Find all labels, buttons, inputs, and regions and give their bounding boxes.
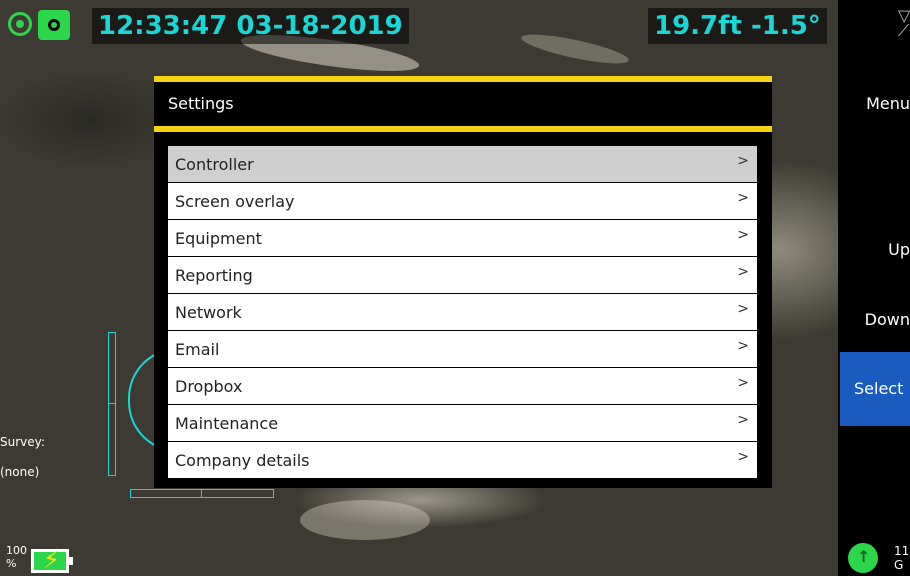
battery-percent: 100 % [6, 544, 27, 570]
chevron-right-icon: > [737, 264, 749, 280]
distance-value: 19.7ft [654, 11, 742, 41]
menu-item-label: Company details [175, 451, 310, 470]
status-text: 11 G [894, 544, 910, 572]
chevron-right-icon: > [737, 153, 749, 169]
menu-item-screen-overlay[interactable]: Screen overlay > [168, 183, 757, 219]
chevron-right-icon: > [737, 227, 749, 243]
menu-item-controller[interactable]: Controller > [168, 146, 757, 182]
battery-percent-value: 100 [6, 544, 27, 557]
tilt-gauge-horizontal [130, 489, 274, 498]
timestamp: 12:33:47 03-18-2019 [92, 8, 409, 44]
survey-label: Survey: [0, 435, 45, 449]
dialog-header: Settings [154, 82, 772, 132]
menu-item-label: Maintenance [175, 414, 279, 433]
time-value: 12:33:47 [98, 11, 228, 41]
menu-item-network[interactable]: Network > [168, 294, 757, 330]
status-text-line-1: 11 [894, 544, 910, 558]
down-button[interactable]: Down [840, 310, 910, 329]
menu-item-equipment[interactable]: Equipment > [168, 220, 757, 256]
settings-dialog: Settings Controller > Screen overlay > E… [154, 76, 772, 488]
survey-value: (none) [0, 465, 40, 479]
chevron-right-icon: > [737, 375, 749, 391]
menu-item-label: Network [175, 303, 242, 322]
side-panel [838, 0, 910, 576]
signal-icon: ▽ ⟋ [898, 6, 910, 40]
menu-item-dropbox[interactable]: Dropbox > [168, 368, 757, 404]
menu-item-email[interactable]: Email > [168, 331, 757, 367]
select-button[interactable]: Select [840, 352, 910, 426]
menu-item-reporting[interactable]: Reporting > [168, 257, 757, 293]
menu-item-maintenance[interactable]: Maintenance > [168, 405, 757, 441]
camera-target-icon [8, 12, 32, 36]
battery-charging-icon: ⚡ [31, 546, 73, 574]
survey-info: Survey: (none) [0, 434, 45, 480]
chevron-right-icon: > [737, 412, 749, 428]
camera-texture [519, 28, 631, 70]
status-up-icon [848, 543, 878, 573]
status-text-line-2: G [894, 558, 904, 572]
up-button[interactable]: Up [840, 240, 910, 259]
battery-percent-unit: % [6, 557, 17, 570]
tilt-gauge-vertical [108, 332, 116, 476]
recording-icon [38, 10, 70, 40]
camera-texture [300, 500, 430, 540]
menu-button[interactable]: Menu [840, 94, 910, 113]
dialog-title: Settings [168, 94, 234, 113]
menu-item-label: Email [175, 340, 220, 359]
chevron-right-icon: > [737, 338, 749, 354]
menu-item-label: Screen overlay [175, 192, 295, 211]
settings-menu-list: Controller > Screen overlay > Equipment … [168, 146, 757, 479]
menu-item-label: Reporting [175, 266, 253, 285]
date-value: 03-18-2019 [236, 11, 403, 41]
distance-incline-readout: 19.7ft -1.5° [648, 8, 827, 44]
menu-item-company-details[interactable]: Company details > [168, 442, 757, 478]
chevron-right-icon: > [737, 301, 749, 317]
chevron-right-icon: > [737, 449, 749, 465]
menu-item-label: Equipment [175, 229, 262, 248]
incline-value: -1.5° [750, 11, 821, 41]
chevron-right-icon: > [737, 190, 749, 206]
menu-item-label: Controller [175, 155, 254, 174]
menu-item-label: Dropbox [175, 377, 243, 396]
